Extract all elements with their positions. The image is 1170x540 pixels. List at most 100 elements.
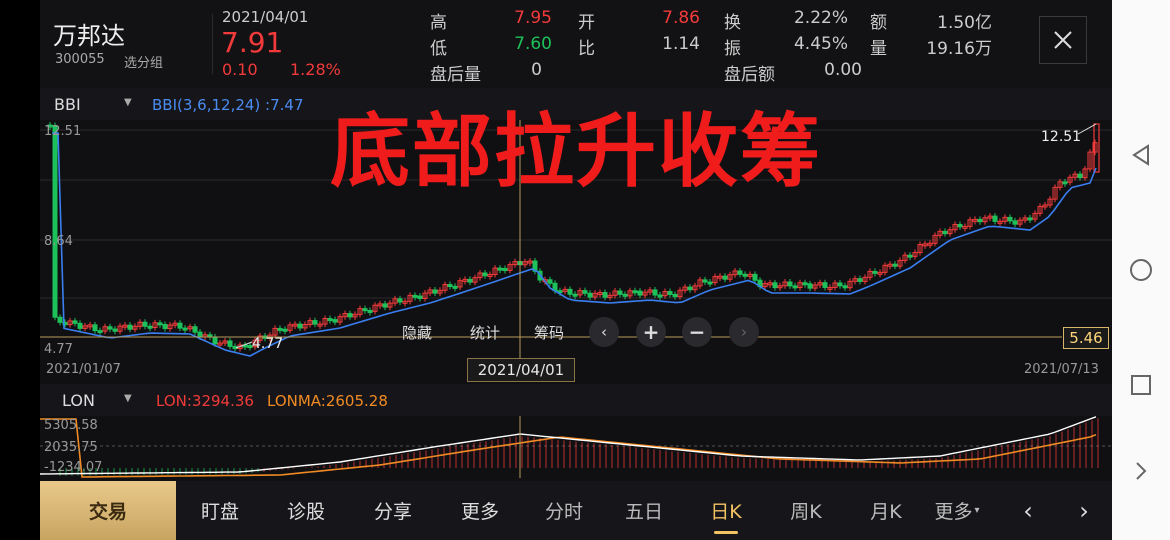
candle-body xyxy=(197,331,203,338)
volume-value: 19.16万 xyxy=(926,39,992,59)
trade-button[interactable]: 交易 xyxy=(40,481,176,540)
main-indicator-select[interactable]: BBI xyxy=(54,95,81,114)
tab-daily-k-label: 日K xyxy=(710,501,742,523)
after-hours-amount: 0.00 xyxy=(824,60,862,80)
candle-body xyxy=(127,324,133,330)
sub-indicator-select[interactable]: LON xyxy=(62,391,95,410)
sub-y-top: 5305.58 xyxy=(44,418,98,433)
candle-body xyxy=(617,290,623,295)
candle-body xyxy=(362,308,368,312)
candle-body xyxy=(282,328,288,332)
caret-down-icon: ▾ xyxy=(974,505,980,516)
lon-line xyxy=(40,416,1097,475)
price-change-pct: 1.28% xyxy=(290,60,341,79)
sub-y-mid: 2035.75 xyxy=(44,440,98,455)
candle-body xyxy=(52,125,58,318)
candle-body xyxy=(752,273,758,281)
recents-button[interactable] xyxy=(1128,372,1154,398)
chevron-down-icon[interactable]: ▼ xyxy=(124,97,132,108)
pan-left-button[interactable]: ‹ xyxy=(589,317,619,347)
low-marker: 4.77 xyxy=(252,336,284,352)
zoom-in-button[interactable]: + xyxy=(636,317,666,347)
candle-body xyxy=(1077,173,1083,179)
tab-intraday[interactable]: 分时 xyxy=(524,481,604,540)
candle-body xyxy=(447,284,453,288)
minus-icon: − xyxy=(688,320,706,344)
home-button[interactable] xyxy=(1128,257,1154,283)
back-button[interactable] xyxy=(1128,142,1154,168)
sub-indicator-bar: LON ▼ LON:3294.36 LONMA:2605.28 xyxy=(40,384,1112,416)
candle-body xyxy=(212,336,218,345)
candle-body xyxy=(227,340,233,347)
more-button[interactable]: 更多 xyxy=(440,481,520,540)
candle-body xyxy=(807,283,813,289)
candle-body xyxy=(872,270,878,274)
quote-header: 万邦达 300055 选分组 2021/04/01 7.91 0.10 1.28… xyxy=(40,0,1112,88)
home-circle-icon xyxy=(1130,259,1152,281)
candle-body xyxy=(672,293,678,298)
watch-button[interactable]: 盯盘 xyxy=(180,481,260,540)
diagnose-button[interactable]: 诊股 xyxy=(266,481,346,540)
select-group-link[interactable]: 选分组 xyxy=(124,52,163,71)
open-label: 开 xyxy=(578,13,595,33)
candle-body xyxy=(1007,216,1013,222)
candle-body xyxy=(567,288,573,295)
candle-body xyxy=(57,316,63,323)
lon-value: LON:3294.36 xyxy=(156,392,254,410)
quote-date: 2021/04/01 xyxy=(222,8,309,26)
sub-y-bot: -1234.07 xyxy=(44,460,103,475)
candle-body xyxy=(367,309,373,313)
stats-button[interactable]: 统计 xyxy=(458,320,512,344)
volume-label: 量 xyxy=(870,39,887,59)
candle-body xyxy=(722,275,728,280)
share-button[interactable]: 分享 xyxy=(353,481,433,540)
candle-body xyxy=(192,326,198,333)
tab-weekly-k[interactable]: 周K xyxy=(766,481,846,540)
bbi-values: BBI(3,6,12,24) :7.47 xyxy=(152,96,304,114)
candle-body xyxy=(907,254,913,258)
chevron-down-icon[interactable]: ▼ xyxy=(124,393,132,404)
candle-body xyxy=(147,325,153,329)
y-max-label: 12.51 xyxy=(44,124,82,139)
candle-body xyxy=(667,291,673,295)
candle-body xyxy=(77,322,83,329)
candle-body xyxy=(547,279,553,284)
active-tab-indicator xyxy=(714,531,738,534)
candle-body xyxy=(177,322,183,329)
high-marker: 12.51 xyxy=(1041,129,1082,145)
candle-body xyxy=(107,326,113,330)
after-hours-amount-label: 盘后额 xyxy=(724,65,775,85)
lon-chart[interactable] xyxy=(40,416,1112,478)
hide-button[interactable]: 隐藏 xyxy=(390,320,444,344)
chips-button[interactable]: 筹码 xyxy=(522,320,576,344)
tab-five-day[interactable]: 五日 xyxy=(604,481,684,540)
candle-body xyxy=(347,313,353,318)
turnover-label: 换 xyxy=(724,13,741,33)
candle-body xyxy=(277,327,283,331)
pan-right-button[interactable]: › xyxy=(729,317,759,347)
tab-daily-k[interactable]: 日K xyxy=(686,481,766,540)
candle-body xyxy=(582,290,588,294)
zoom-out-button[interactable]: − xyxy=(682,317,712,347)
prev-stock-button[interactable]: ‹ xyxy=(1008,481,1048,540)
high-value: 7.95 xyxy=(514,8,552,28)
candle-body xyxy=(652,289,658,296)
candle-body xyxy=(142,321,148,327)
stock-name: 万邦达 xyxy=(53,22,125,50)
next-stock-button[interactable]: › xyxy=(1064,481,1104,540)
price-change: 0.10 xyxy=(222,60,258,79)
candle-body xyxy=(157,322,163,326)
expand-button[interactable] xyxy=(1128,458,1154,484)
start-date-label: 2021/01/07 xyxy=(46,362,121,377)
open-value: 7.86 xyxy=(662,8,700,28)
close-button[interactable] xyxy=(1039,16,1087,64)
stock-code: 300055 xyxy=(55,52,105,67)
tab-monthly-k[interactable]: 月K xyxy=(846,481,926,540)
low-label: 低 xyxy=(430,39,447,59)
system-nav-bar xyxy=(1112,0,1170,540)
candle-body xyxy=(572,293,578,297)
candle-body xyxy=(892,263,898,267)
candle-body xyxy=(327,318,333,322)
candle-body xyxy=(482,272,488,277)
tab-more-periods[interactable]: 更多 ▾ xyxy=(920,481,994,540)
